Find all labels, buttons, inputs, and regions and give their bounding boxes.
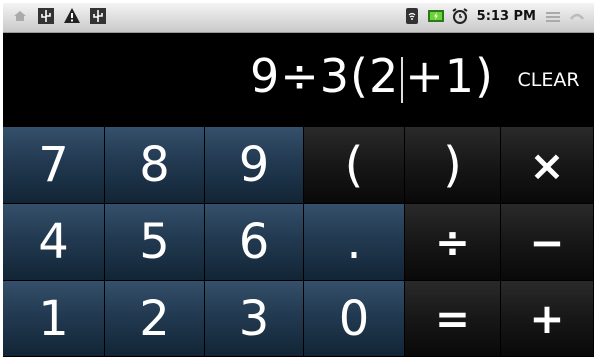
phone-icon bbox=[568, 7, 586, 25]
key-4[interactable]: 4 bbox=[3, 204, 105, 281]
key-close-paren-label: ) bbox=[443, 137, 462, 193]
home-icon bbox=[11, 7, 29, 25]
expression-before-cursor: 9÷3(2 bbox=[249, 49, 400, 103]
key-9[interactable]: 9 bbox=[205, 127, 304, 204]
key-2[interactable]: 2 bbox=[105, 281, 205, 357]
key-open-paren[interactable]: ( bbox=[304, 127, 405, 204]
key-close-paren[interactable]: ) bbox=[405, 127, 501, 204]
key-8[interactable]: 8 bbox=[105, 127, 205, 204]
key-divide[interactable]: ÷ bbox=[405, 204, 501, 281]
key-0[interactable]: 0 bbox=[304, 281, 405, 357]
key-4-label: 4 bbox=[38, 214, 69, 270]
key-plus[interactable]: + bbox=[501, 281, 594, 357]
clear-button[interactable]: CLEAR bbox=[503, 33, 594, 127]
expression-after-cursor: +1) bbox=[405, 49, 494, 103]
key-multiply-label: × bbox=[529, 140, 565, 190]
key-equals[interactable]: = bbox=[405, 281, 501, 357]
key-multiply[interactable]: × bbox=[501, 127, 594, 204]
battery-charging-icon bbox=[427, 7, 445, 25]
key-2-label: 2 bbox=[139, 290, 170, 347]
key-divide-label: ÷ bbox=[434, 217, 471, 267]
key-decimal-label: . bbox=[346, 214, 362, 270]
key-8-label: 8 bbox=[139, 137, 170, 193]
calculator-app: 5:13 PM 9÷3(2 +1) CLEAR 7 8 9 ( ) × 4 5 6… bbox=[3, 3, 594, 357]
status-bar: 5:13 PM bbox=[3, 3, 594, 33]
key-5-label: 5 bbox=[139, 214, 170, 270]
key-equals-label: = bbox=[434, 294, 471, 343]
key-3[interactable]: 3 bbox=[205, 281, 304, 357]
alarm-icon bbox=[451, 7, 469, 25]
keypad: 7 8 9 ( ) × 4 5 6 . ÷ − 1 2 3 0 = + bbox=[3, 127, 594, 357]
expression-display[interactable]: 9÷3(2 +1) CLEAR bbox=[3, 33, 594, 127]
key-5[interactable]: 5 bbox=[105, 204, 205, 281]
key-3-label: 3 bbox=[238, 290, 270, 347]
clear-label: CLEAR bbox=[517, 69, 580, 91]
usb-icon bbox=[37, 7, 55, 25]
wifi-icon bbox=[403, 7, 421, 25]
key-1-label: 1 bbox=[38, 290, 69, 347]
key-9-label: 9 bbox=[238, 137, 270, 193]
text-cursor bbox=[401, 56, 404, 103]
key-1[interactable]: 1 bbox=[3, 281, 105, 357]
key-open-paren-label: ( bbox=[344, 137, 364, 193]
warning-icon bbox=[63, 7, 81, 25]
key-minus[interactable]: − bbox=[501, 204, 594, 281]
key-decimal[interactable]: . bbox=[304, 204, 405, 281]
key-6[interactable]: 6 bbox=[205, 204, 304, 281]
status-time: 5:13 PM bbox=[476, 8, 536, 24]
expression-text: 9÷3(2 +1) bbox=[250, 46, 494, 106]
key-6-label: 6 bbox=[238, 214, 270, 270]
signal-icon bbox=[544, 7, 562, 25]
key-0-label: 0 bbox=[338, 290, 370, 347]
key-7[interactable]: 7 bbox=[3, 127, 105, 204]
key-7-label: 7 bbox=[38, 137, 69, 193]
usb-icon bbox=[89, 7, 107, 25]
key-plus-label: + bbox=[529, 294, 565, 343]
key-minus-label: − bbox=[529, 217, 565, 267]
